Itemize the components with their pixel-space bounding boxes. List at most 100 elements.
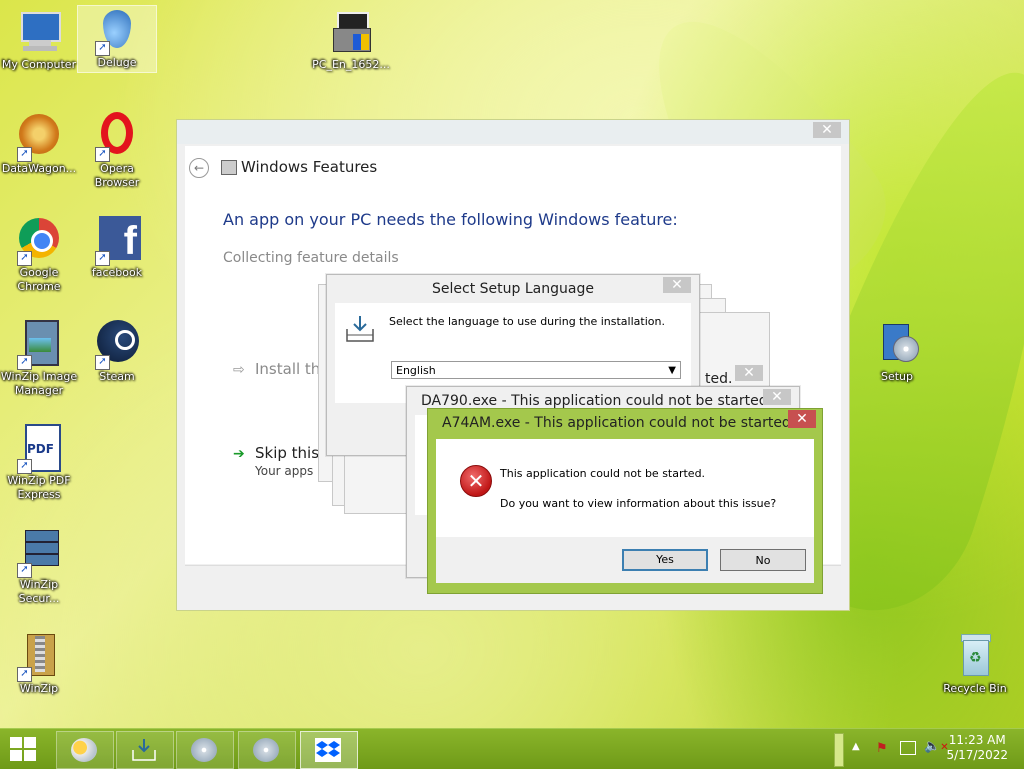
desktop-icon-chrome[interactable]: ➚ Google Chrome [0,216,78,294]
desktop-icon-recycle-bin[interactable]: ♻ Recycle Bin [936,632,1014,696]
window-app-icon [221,160,237,175]
installer-icon [327,8,375,56]
setup-disc-icon [873,320,921,368]
chevron-down-icon: ▼ [668,365,676,376]
shortcut-arrow-icon: ➚ [17,459,32,474]
feature-heading: An app on your PC needs the following Wi… [223,210,678,229]
desktop-icon-label: Opera Browser [94,162,140,189]
error-question: Do you want to view information about th… [500,497,777,510]
desktop-icon-winzip-image-manager[interactable]: ➚ WinZip Image Manager [0,320,78,398]
dropbox-icon [315,738,341,762]
clock[interactable]: 11:23 AM 5/17/2022 [946,733,1008,763]
datawagon-icon: ➚ [15,112,63,162]
desktop-icon-steam[interactable]: ➚ Steam [78,320,156,384]
pdf-icon: PDF ➚ [15,424,63,474]
desktop-icon-winzip-pdf[interactable]: PDF ➚ WinZip PDF Express [0,424,78,502]
opera-icon: ➚ [93,112,141,162]
close-button[interactable]: ✕ [735,365,763,381]
shortcut-arrow-icon: ➚ [17,251,32,266]
desktop-icon-setup[interactable]: Setup [858,320,936,384]
desktop-icon-winzip[interactable]: ➚ WinZip [0,632,78,696]
skip-option[interactable]: Skip this [255,444,319,462]
desktop-icon-label: Google Chrome [17,266,61,293]
error-message: This application could not be started. [500,467,706,480]
desktop-icon-label: Recycle Bin [943,682,1007,695]
taskbar-disc-2[interactable] [238,731,296,769]
desktop-icon-label: Steam [99,370,135,383]
shortcut-arrow-icon: ➚ [17,563,32,578]
taskbar-disc-1[interactable] [176,731,234,769]
dialog-message: Select the language to use during the in… [389,315,665,328]
steam-icon: ➚ [93,320,141,370]
shortcut-arrow-icon: ➚ [17,355,32,370]
action-center-flag-icon[interactable]: ⚑ [876,741,888,756]
taskbar-setup-language[interactable] [116,731,174,769]
window-title: Windows Features [241,158,378,176]
download-tray-icon [345,315,374,342]
disc-icon [191,738,217,762]
facebook-icon: f ➚ [93,216,141,266]
desktop-icon-label: WinZip Image Manager [0,370,78,397]
taskbar-weather-app[interactable] [56,731,114,769]
yes-button[interactable]: Yes [622,549,708,571]
shortcut-arrow-icon: ➚ [95,41,110,56]
ghost-window-text: ted. [705,371,733,387]
windows-logo-icon [10,750,22,761]
error-icon: ✕ [460,465,492,497]
start-button[interactable] [10,737,38,763]
close-button[interactable]: ✕ [663,277,691,293]
close-button[interactable]: ✕ [813,122,841,138]
download-tray-icon [131,738,157,762]
recycle-bin-icon: ♻ [951,632,999,680]
close-button[interactable]: ✕ [788,410,816,428]
desktop-icon-label: Deluge [97,56,137,69]
shortcut-arrow-icon: ➚ [17,667,32,682]
network-icon[interactable] [900,741,916,755]
desktop-icon-label: Setup [880,370,914,383]
desktop-icon-datawagon[interactable]: ➚ DataWagon... [0,112,78,176]
install-option[interactable]: Install thi [255,360,324,378]
server-icon: ➚ [15,528,63,578]
desktop-icon-winzip-secure[interactable]: ➚ WinZip Secur... [0,528,78,606]
dialog-title: Select Setup Language [432,281,594,297]
dialog-body: ✕ This application could not be started.… [436,439,814,537]
taskbar: ▲ ⚑ 🔈✕ 11:23 AM 5/17/2022 [0,728,1024,769]
no-button[interactable]: No [720,549,806,571]
window-titlebar[interactable] [177,120,849,144]
shortcut-arrow-icon: ➚ [95,355,110,370]
desktop-icon-label: PC_En_1652... [312,58,390,71]
desktop-icon-label: WinZip Secur... [18,578,60,605]
winzip-icon: ➚ [15,632,63,682]
chrome-icon: ➚ [15,216,63,266]
desktop-icon-label: facebook [91,266,143,279]
dialog-footer: Yes No [436,537,814,583]
clock-date: 5/17/2022 [946,748,1008,762]
desktop-icon-label: WinZip PDF Express [7,474,71,501]
collecting-status: Collecting feature details [223,250,399,266]
dialog-title: DA790.exe - This application could not b… [421,393,773,409]
desktop-icon-deluge[interactable]: ➚ Deluge [77,5,157,73]
taskbar-dropbox[interactable] [300,731,358,769]
desktop-icon-opera[interactable]: ➚ Opera Browser [78,112,156,190]
shortcut-arrow-icon: ➚ [95,251,110,266]
close-button[interactable]: ✕ [763,389,791,405]
language-select-value: English [396,364,436,377]
disc-icon [253,738,279,762]
desktop-icon-pc-en[interactable]: PC_En_1652... [312,8,390,72]
desktop-icon-label: WinZip [19,682,59,695]
arrow-right-icon: ➔ [233,446,245,462]
desktop-icon-facebook[interactable]: f ➚ facebook [78,216,156,280]
desktop-icon-label: DataWagon... [1,162,77,175]
desktop-icon-my-computer[interactable]: My Computer [0,8,78,72]
weather-icon [71,738,97,762]
deluge-icon: ➚ [93,6,141,56]
a74am-error-dialog: A74AM.exe - This application could not b… [427,408,823,594]
back-arrow-icon[interactable]: ← [189,158,209,178]
arrow-right-icon: ⇨ [233,362,245,378]
clock-time: 11:23 AM [948,733,1006,747]
volume-muted-icon[interactable]: 🔈✕ [924,739,949,754]
tray-chevron-up-icon[interactable]: ▲ [852,741,860,752]
language-select[interactable]: English ▼ [391,361,681,379]
winzip-image-icon: ➚ [15,320,63,370]
windows-logo-icon [10,737,22,748]
